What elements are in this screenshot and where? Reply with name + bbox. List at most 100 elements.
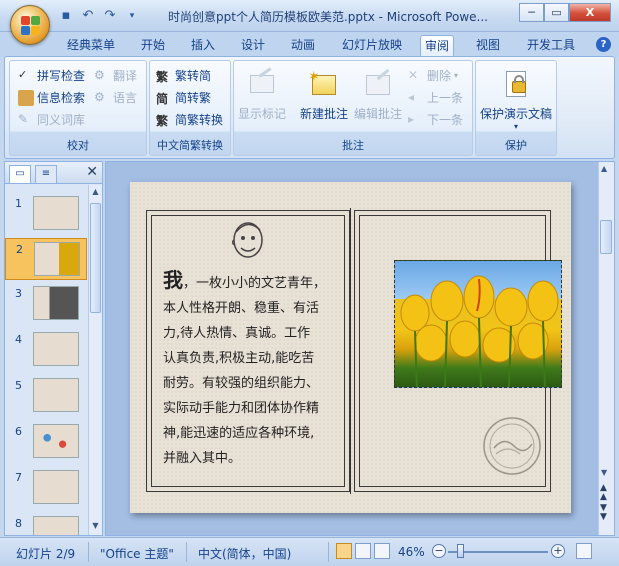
outline-tab[interactable]: ≡ <box>35 165 57 183</box>
next-comment-button[interactable]: ▸ 下一条 <box>408 111 463 128</box>
slides-tab[interactable]: ▭ <box>9 165 31 183</box>
previous-comment-button[interactable]: ◂ 上一条 <box>408 89 463 106</box>
office-logo-icon <box>21 16 41 36</box>
customize-qat-icon[interactable]: ▾ <box>124 8 140 24</box>
status-divider <box>186 542 187 562</box>
intro-line-4: 认真负责,积极主动,能吃苦 <box>163 351 315 366</box>
chinese-convert-button[interactable]: 繁 简繁转换 <box>156 111 223 128</box>
scroll-up-icon[interactable]: ▲ <box>90 187 101 199</box>
save-icon[interactable]: ▪ <box>58 8 74 24</box>
decorative-seal-icon <box>483 417 541 475</box>
scroll-up-icon[interactable]: ▲ <box>601 164 607 173</box>
edit-comment-button[interactable]: 编辑批注 <box>354 68 402 122</box>
minimize-button[interactable]: ─ <box>519 3 544 22</box>
show-markup-button[interactable]: 显示标记 <box>238 67 286 122</box>
group-comments: 显示标记 ✶ 新建批注 编辑批注 ✕ 删除 ▾ ◂ 上一条 ▸ 下一条 批注 <box>233 60 473 156</box>
to-traditional-button[interactable]: 简 简转繁 <box>156 89 211 106</box>
language-button[interactable]: ⚙ 语言 <box>94 89 137 106</box>
slide-thumb-1[interactable]: 1 <box>5 193 87 235</box>
slide-thumb-2[interactable]: 2 <box>5 238 87 280</box>
tab-view[interactable]: 视图 <box>472 35 504 57</box>
slide-scrollbar[interactable]: ▲ ▼ ▲ ▲ ▼ ▼ <box>598 162 614 535</box>
tab-review[interactable]: 审阅 <box>420 35 455 57</box>
research-button[interactable]: 信息检索 <box>18 89 85 106</box>
slide-sorter-button[interactable] <box>355 543 371 559</box>
slide-thumb-3[interactable]: 3 <box>5 283 87 325</box>
language-icon: ⚙ <box>94 89 105 104</box>
group-proofing: ✓ 拼写检查 信息检索 ✎ 同义词库 ⚙ 翻译 ⚙ 语言 校对 <box>9 60 147 156</box>
theme-name: "Office 主题" <box>100 547 174 561</box>
intro-line-2: 本人性格开朗、稳重、有活 <box>163 301 320 316</box>
scrollbar-thumb[interactable] <box>600 220 612 254</box>
chinese-convert-icon: 繁 <box>156 113 169 128</box>
tab-classic-menu[interactable]: 经典菜单 <box>63 35 119 57</box>
zoom-slider-thumb[interactable] <box>457 544 465 558</box>
window-controls: ─ ▭ X <box>519 3 611 22</box>
to-simplified-icon: 繁 <box>156 69 169 84</box>
quick-access-toolbar: ▪ ↶ ↷ ▾ <box>58 8 140 24</box>
scroll-down-icon[interactable]: ▼ <box>90 521 101 533</box>
previous-slide-icon[interactable]: ▲ ▲ <box>600 484 607 502</box>
slide-position: 幻灯片 2/9 <box>16 547 76 561</box>
slide-thumbnail-pane: ▭ ≡ ✕ 1 2 3 4 5 6 7 8 ▲ ▼ <box>4 161 103 536</box>
group-label-proofing: 校对 <box>67 139 89 152</box>
thumbnail-list: 1 2 3 4 5 6 7 8 <box>5 185 87 535</box>
current-slide[interactable]: 我，一枚小小的文艺青年， 本人性格开朗、稳重、有活 力,待人热情、真诚。工作 认… <box>130 182 571 513</box>
spell-check-button[interactable]: ✓ 拼写检查 <box>18 67 85 84</box>
group-protect: 保护演示文稿 ▾ 保护 <box>475 60 557 156</box>
window-title: 时尚创意ppt个人简历模板欧美范.pptx - Microsoft Powe..… <box>168 10 488 24</box>
maximize-button[interactable]: ▭ <box>544 3 569 22</box>
tab-insert[interactable]: 插入 <box>187 35 219 57</box>
tab-slideshow[interactable]: 幻灯片放映 <box>338 35 406 57</box>
protect-dropdown-icon: ▾ <box>514 122 519 131</box>
protect-presentation-button[interactable]: 保护演示文稿 ▾ <box>480 69 552 131</box>
intro-big-char: 我 <box>163 268 183 292</box>
slide-thumb-image <box>33 332 79 366</box>
zoom-in-button[interactable]: + <box>551 544 565 558</box>
tab-developer[interactable]: 开发工具 <box>523 35 579 57</box>
fit-to-window-button[interactable] <box>576 543 592 559</box>
tab-animations[interactable]: 动画 <box>287 35 319 57</box>
zoom-out-button[interactable]: − <box>432 544 446 558</box>
help-icon[interactable]: ? <box>596 37 611 52</box>
tab-home[interactable]: 开始 <box>137 35 169 57</box>
to-simplified-button[interactable]: 繁 繁转简 <box>156 67 211 84</box>
tab-design[interactable]: 设计 <box>237 35 269 57</box>
research-icon <box>18 89 34 106</box>
slide-thumb-4[interactable]: 4 <box>5 329 87 371</box>
undo-icon[interactable]: ↶ <box>80 8 96 24</box>
group-chinese-conversion: 繁 繁转简 简 简转繁 繁 简繁转换 中文简繁转换 <box>149 60 231 156</box>
group-label-protect: 保护 <box>505 139 527 152</box>
thesaurus-button[interactable]: ✎ 同义词库 <box>18 111 85 128</box>
tulip-photo[interactable] <box>394 260 562 388</box>
slide-thumb-6[interactable]: 6 <box>5 421 87 463</box>
translate-button[interactable]: ⚙ 翻译 <box>94 67 137 84</box>
intro-line-7: 神,能迅速的适应各种环境, <box>163 426 315 441</box>
slideshow-view-button[interactable] <box>374 543 390 559</box>
new-comment-button[interactable]: ✶ 新建批注 <box>300 69 348 122</box>
office-button[interactable] <box>10 5 50 45</box>
pane-close-icon[interactable]: ✕ <box>86 164 98 180</box>
language-status[interactable]: 中文(简体，中国) <box>198 545 291 562</box>
slide-thumb-image <box>33 286 79 320</box>
scroll-down-icon[interactable]: ▼ <box>601 468 607 477</box>
intro-line-8: 并融入其中。 <box>163 451 242 466</box>
next-slide-icon[interactable]: ▼ ▼ <box>600 504 607 522</box>
pane-tabs: ▭ ≡ ✕ <box>5 162 102 184</box>
slide-thumb-5[interactable]: 5 <box>5 375 87 417</box>
slide-thumb-image <box>33 470 79 504</box>
slide-thumb-image <box>34 242 80 276</box>
normal-view-button[interactable] <box>336 543 352 559</box>
lock-document-icon <box>500 69 532 101</box>
redo-icon[interactable]: ↷ <box>102 8 118 24</box>
intro-text[interactable]: 我，一枚小小的文艺青年， 本人性格开朗、稳重、有活 力,待人热情、真诚。工作 认… <box>163 268 351 471</box>
scrollbar-thumb[interactable] <box>90 203 101 313</box>
thumbnail-scrollbar[interactable]: ▲ ▼ <box>88 185 102 535</box>
delete-comment-button[interactable]: ✕ 删除 ▾ <box>408 67 458 84</box>
zoom-level[interactable]: 46% <box>398 545 425 559</box>
show-markup-icon <box>246 67 278 101</box>
close-button[interactable]: X <box>569 3 611 22</box>
previous-comment-icon: ◂ <box>408 89 415 104</box>
slide-thumb-8[interactable]: 8 <box>5 513 87 535</box>
slide-thumb-7[interactable]: 7 <box>5 467 87 509</box>
